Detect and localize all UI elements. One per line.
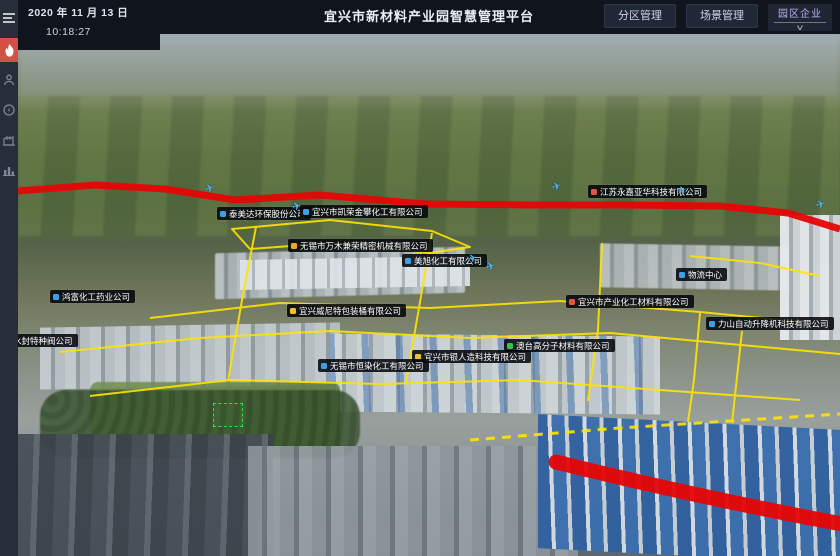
flame-icon xyxy=(4,44,15,57)
scenery-farmland xyxy=(18,96,840,236)
company-label-text: 鸿富化工药业公司 xyxy=(62,291,130,303)
chevron-down-icon: ∨ xyxy=(795,25,804,31)
company-marker-icon xyxy=(290,308,296,314)
sidebar-item-stats[interactable] xyxy=(0,158,18,182)
company-marker-icon xyxy=(303,209,309,215)
scenery-factory-cluster xyxy=(600,243,790,290)
company-label-text: 泰美达环保股份公司 xyxy=(229,208,306,220)
hamburger-icon xyxy=(3,13,15,23)
company-marker-icon xyxy=(679,272,685,278)
sidebar xyxy=(0,0,18,556)
company-label[interactable]: 无锡市万木兼荣精密机械有限公司 xyxy=(288,239,433,252)
company-label[interactable]: 泰美达环保股份公司 xyxy=(217,207,311,220)
scene-management-button[interactable]: 场景管理 xyxy=(686,4,758,28)
company-label[interactable]: 鸿富化工药业公司 xyxy=(50,290,135,303)
sidebar-item-enterprise[interactable] xyxy=(0,128,18,152)
enterprise-dropdown[interactable]: 园区企业 ∨ xyxy=(768,4,832,31)
company-label[interactable]: 宜兴市产业化工材料有限公司 xyxy=(566,295,694,308)
factory-icon xyxy=(3,134,15,146)
company-marker-icon xyxy=(709,321,715,327)
datetime-panel: 2020 年 11 月 13 日 10:18:27 xyxy=(18,0,160,50)
app-root: { "header": { "date": "2020 年 11 月 13 日"… xyxy=(0,0,840,556)
company-marker-icon xyxy=(405,258,411,264)
current-date: 2020 年 11 月 13 日 xyxy=(28,5,160,20)
current-time: 10:18:27 xyxy=(46,26,160,38)
company-marker-icon xyxy=(220,211,226,217)
company-marker-icon xyxy=(321,363,327,369)
company-marker-icon xyxy=(507,343,513,349)
company-label-text: 无锡市万木兼荣精密机械有限公司 xyxy=(300,240,428,252)
company-label[interactable]: 力山自动升降机科技有限公司 xyxy=(706,317,834,330)
map-3d-view[interactable] xyxy=(18,34,840,556)
gauge-icon xyxy=(3,104,15,116)
company-label[interactable]: 无锡市恒染化工有限公司 xyxy=(318,359,429,372)
sidebar-item-monitor[interactable] xyxy=(0,98,18,122)
company-label[interactable]: 美旭化工有限公司 xyxy=(402,254,487,267)
company-label-text: 力山自动升降机科技有限公司 xyxy=(718,318,829,330)
company-label[interactable]: 宜兴市银人造科技有限公司 xyxy=(412,350,531,363)
company-label-text: 宜兴市凯荣金攀化工有限公司 xyxy=(312,206,423,218)
scenery-factory-cluster xyxy=(40,322,340,389)
company-marker-icon xyxy=(569,299,575,305)
enterprise-dropdown-value: 园区企业 xyxy=(774,5,826,23)
scenery-industrial-dark xyxy=(18,434,273,556)
company-label[interactable]: 宜兴威尼特包装桶有限公司 xyxy=(287,304,406,317)
scenery-industrial-gray xyxy=(248,446,578,556)
company-label-text: 物流中心 xyxy=(688,269,722,281)
company-label-text: 美旭化工有限公司 xyxy=(414,255,482,267)
company-label-text: 宜兴市产业化工材料有限公司 xyxy=(578,296,689,308)
company-marker-icon xyxy=(591,189,597,195)
company-label-text: 宜兴市银人造科技有限公司 xyxy=(424,351,526,363)
bar-chart-icon xyxy=(3,164,15,176)
sidebar-item-menu[interactable] xyxy=(0,6,18,30)
company-label-text: 宜兴威尼特包装桶有限公司 xyxy=(299,305,401,317)
company-label[interactable]: 宜兴市凯荣金攀化工有限公司 xyxy=(300,205,428,218)
scenery-blue-roofs xyxy=(538,414,840,556)
company-label-text: 江苏永嘉亚华科技有限公司 xyxy=(600,186,702,198)
company-label[interactable]: 物流中心 xyxy=(676,268,727,281)
header-actions: 分区管理 场景管理 园区企业 ∨ xyxy=(604,4,832,31)
company-label-text: 无锡市恒染化工有限公司 xyxy=(330,360,424,372)
sidebar-item-fire[interactable] xyxy=(0,38,18,62)
company-marker-icon xyxy=(53,294,59,300)
sidebar-item-alert[interactable] xyxy=(0,68,18,92)
company-marker-icon xyxy=(291,243,297,249)
person-icon xyxy=(3,74,15,86)
zone-management-button[interactable]: 分区管理 xyxy=(604,4,676,28)
company-label[interactable]: 江苏永嘉亚华科技有限公司 xyxy=(588,185,707,198)
